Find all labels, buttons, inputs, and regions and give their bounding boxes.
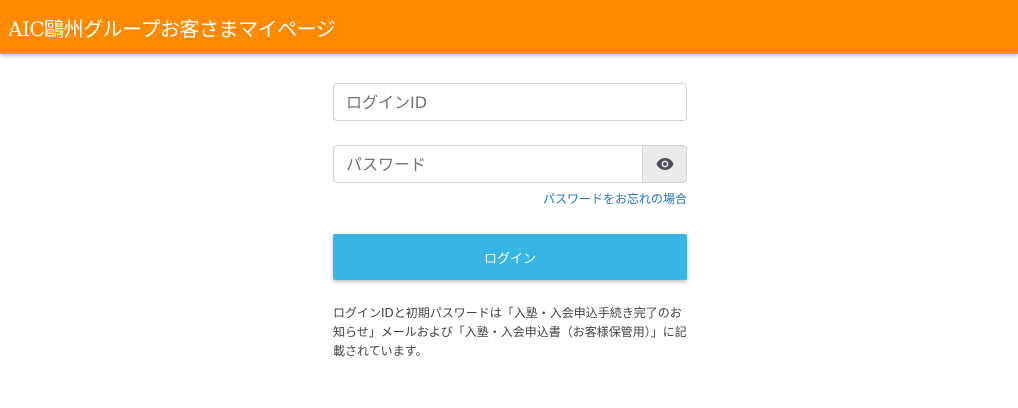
login-button[interactable]: ログイン bbox=[333, 234, 687, 280]
login-id-input[interactable] bbox=[333, 83, 687, 121]
eye-icon bbox=[656, 158, 673, 170]
forgot-password-link[interactable]: パスワードをお忘れの場合 bbox=[543, 190, 687, 207]
login-form: パスワードをお忘れの場合 ログイン ログインIDと初期パスワードは「入塾・入会申… bbox=[333, 83, 687, 358]
show-password-button[interactable] bbox=[643, 145, 687, 183]
password-input-group bbox=[333, 145, 687, 183]
password-input[interactable] bbox=[333, 145, 643, 183]
page-title: AIC鷗州グループお客さまマイページ bbox=[8, 17, 336, 41]
app-header: AIC鷗州グループお客さまマイページ bbox=[0, 0, 1018, 54]
login-notice: ログインIDと初期パスワードは「入塾・入会申込手続き完了のお知らせ」メールおよび… bbox=[333, 306, 687, 358]
